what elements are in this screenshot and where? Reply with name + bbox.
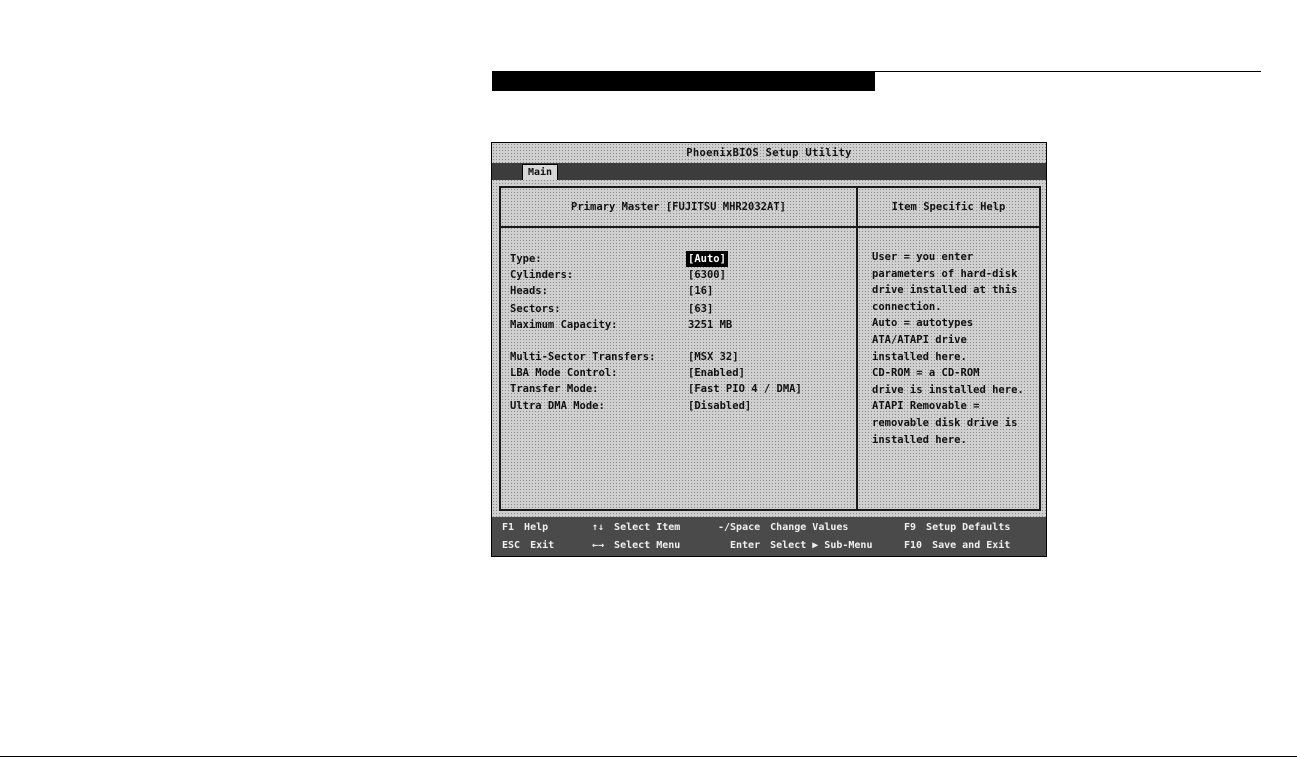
tab-main[interactable]: Main <box>522 164 558 180</box>
setting-value: 3251 MB <box>688 319 733 331</box>
help-line: removable disk drive is <box>872 416 1018 429</box>
select-menu-label: Select Menu <box>614 540 681 551</box>
setting-sectors[interactable]: Sectors: [63] <box>492 301 856 317</box>
setting-label: Maximum Capacity: <box>510 319 618 331</box>
up-down-arrows-icon: ↑↓ <box>592 522 605 533</box>
help-line: drive installed at this <box>872 284 1018 297</box>
help-line: User = you enter <box>872 251 974 263</box>
footer-f1: F1 Help <box>502 520 548 536</box>
setting-value[interactable]: [63] <box>688 301 713 317</box>
setting-value[interactable]: [Enabled] <box>688 365 745 381</box>
help-line: parameters of hard-disk <box>872 267 1018 280</box>
setting-maximum-capacity: Maximum Capacity: 3251 MB <box>492 317 856 333</box>
setting-label: Cylinders: <box>510 269 574 281</box>
setting-label: LBA Mode Control: <box>510 367 618 379</box>
select-item-label: Select Item <box>614 522 681 533</box>
setting-transfer-mode[interactable]: Transfer Mode: [Fast PIO 4 / DMA] <box>492 381 856 397</box>
key-f1-label: Help <box>524 522 549 533</box>
help-line: connection. <box>872 300 942 313</box>
footer-select-menu: ←→ Select Menu <box>592 538 680 554</box>
help-line: drive is installed here. <box>872 383 1024 396</box>
setting-label: Transfer Mode: <box>510 383 599 395</box>
setting-lba-mode-control[interactable]: LBA Mode Control: [Enabled] <box>492 365 856 381</box>
key-esc: ESC <box>502 540 521 551</box>
key-esc-label: Exit <box>530 540 555 551</box>
enter-label: Select ▶ Sub-Menu <box>770 540 873 551</box>
help-line: ATA/ATAPI drive <box>872 333 967 346</box>
help-title: Item Specific Help <box>891 201 1006 213</box>
setting-label: Type: <box>510 253 542 265</box>
setting-value[interactable]: [6300] <box>688 267 726 283</box>
key-f1: F1 <box>502 522 515 533</box>
setting-cylinders[interactable]: Cylinders: [6300] <box>492 267 856 283</box>
key-f9: F9 <box>904 522 917 533</box>
panel-title: Primary Master [FUJITSU MHR2032AT] <box>571 201 786 213</box>
setting-label: Multi-Sector Transfers: <box>510 351 656 363</box>
help-line: installed here. <box>872 433 967 446</box>
setting-value[interactable]: [MSX 32] <box>688 349 739 365</box>
setting-label: Heads: <box>510 285 548 297</box>
setting-value[interactable]: [Fast PIO 4 / DMA] <box>688 381 802 397</box>
footer-f10: F10 Save and Exit <box>904 538 1010 554</box>
footer-enter: Enter Select ▶ Sub-Menu <box>730 538 872 554</box>
setting-value[interactable]: [16] <box>688 283 713 299</box>
item-help-text: User = you enter parameters of hard-disk… <box>872 249 1040 448</box>
key-f10: F10 <box>904 540 923 551</box>
key-minus-space: -/Space <box>718 522 761 533</box>
footer-esc: ESC Exit <box>502 538 554 554</box>
key-f10-label: Save and Exit <box>932 540 1011 551</box>
footer-change-values: -/Space Change Values <box>718 520 848 536</box>
footer-f9: F9 Setup Defaults <box>904 520 1010 536</box>
key-enter: Enter <box>730 540 761 551</box>
help-line: CD-ROM = a CD-ROM <box>872 367 980 380</box>
setting-ultra-dma-mode[interactable]: Ultra DMA Mode: [Disabled] <box>492 398 856 414</box>
setting-value[interactable]: [Auto] <box>686 251 728 267</box>
setting-label: Sectors: <box>510 303 561 315</box>
help-line: ATAPI Removable = <box>872 400 980 413</box>
setting-multi-sector-transfers[interactable]: Multi-Sector Transfers: [MSX 32] <box>492 349 856 365</box>
bios-title: PhoenixBIOS Setup Utility <box>686 147 852 159</box>
footer-select-item: ↑↓ Select Item <box>592 520 680 536</box>
setting-label: Ultra DMA Mode: <box>510 400 605 412</box>
left-right-arrows-icon: ←→ <box>592 540 605 551</box>
setting-value[interactable]: [Disabled] <box>688 398 751 414</box>
menu-bar <box>492 163 1046 180</box>
key-f9-label: Setup Defaults <box>926 522 1011 533</box>
panel-divider-vertical <box>856 186 858 511</box>
bios-setup-screen: PhoenixBIOS Setup Utility Main Primary M… <box>491 142 1047 557</box>
header-rule <box>875 71 1261 72</box>
key-legend-footer: F1 Help ESC Exit ↑↓ Select Item ←→ Select Me… <box>492 517 1046 556</box>
setting-heads[interactable]: Heads: [16] <box>492 283 856 299</box>
change-values-label: Change Values <box>770 522 849 533</box>
help-line: installed here. <box>872 350 967 363</box>
panel-divider-horizontal <box>499 226 1041 228</box>
setting-type[interactable]: Type: [Auto] <box>492 251 856 267</box>
header-bar <box>492 71 875 91</box>
help-line: Auto = autotypes <box>872 317 974 330</box>
